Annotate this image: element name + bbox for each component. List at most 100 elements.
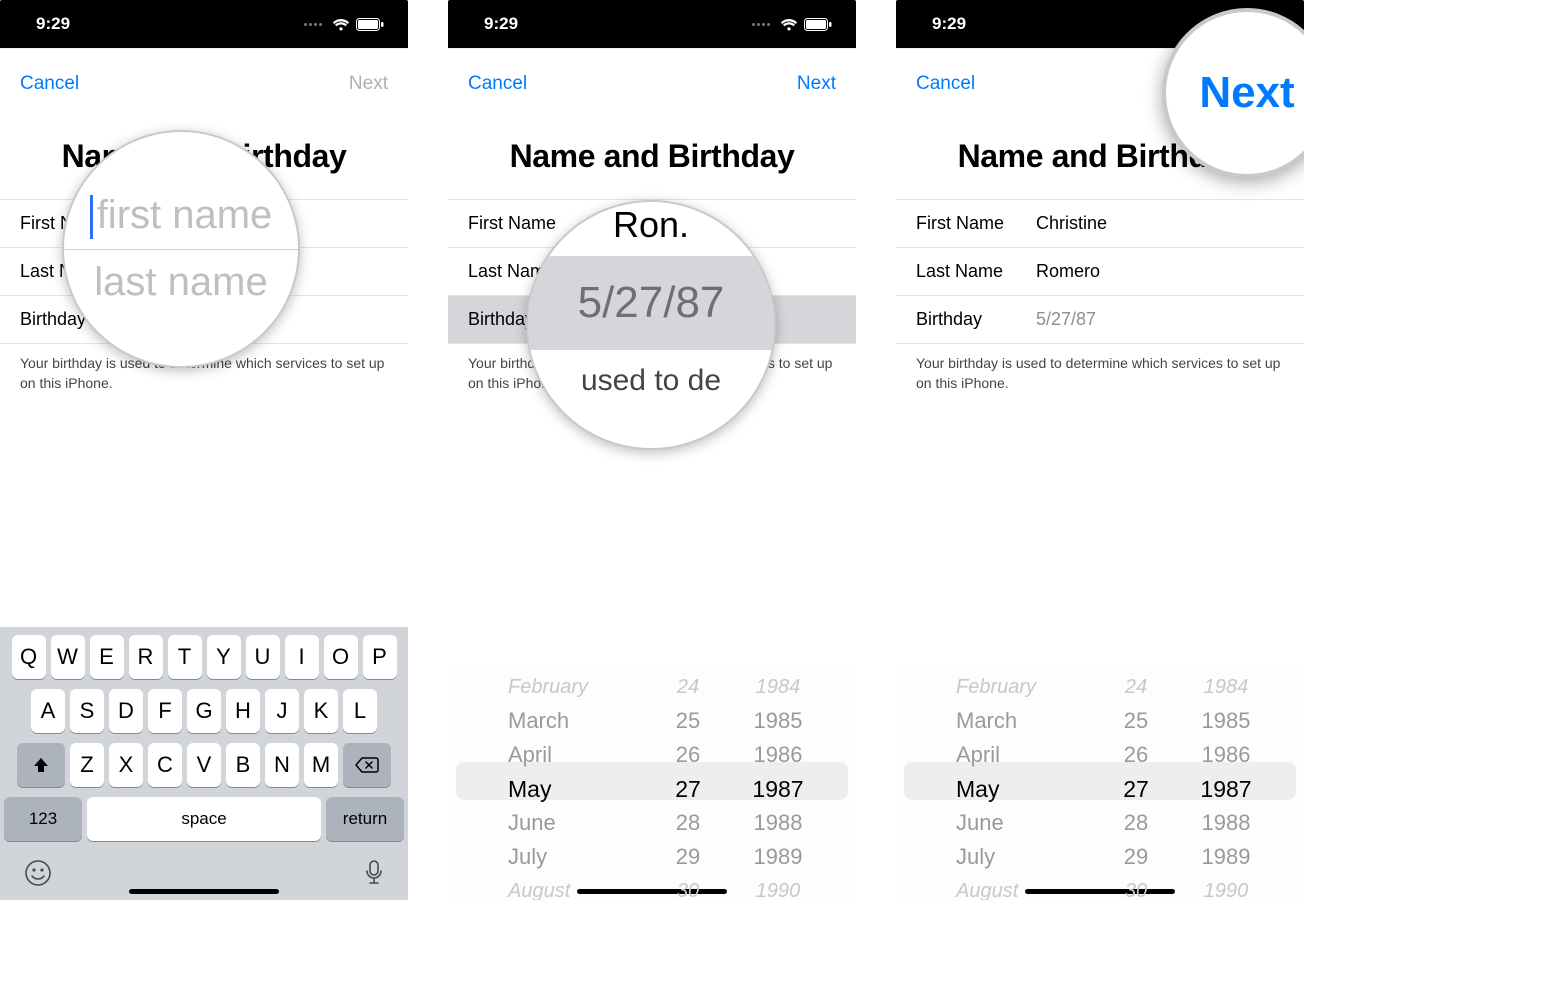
key-d[interactable]: D [109, 689, 143, 733]
picker-year-column[interactable]: 1984198519861987198819891990 [728, 670, 828, 900]
key-b[interactable]: B [226, 743, 260, 787]
key-o[interactable]: O [324, 635, 358, 679]
picker-item[interactable]: 27 [648, 772, 728, 806]
picker-item[interactable]: 1984 [1176, 670, 1276, 704]
picker-item[interactable]: 26 [648, 738, 728, 772]
date-picker[interactable]: FebruaryMarchAprilMayJuneJulyAugust 2425… [896, 670, 1304, 900]
picker-item[interactable]: 1989 [728, 840, 828, 874]
cancel-button[interactable]: Cancel [916, 73, 975, 95]
picker-item[interactable]: 27 [1096, 772, 1176, 806]
picker-item[interactable]: May [956, 772, 1076, 806]
next-button[interactable]: Next [349, 73, 388, 95]
picker-item[interactable]: 28 [648, 806, 728, 840]
key-l[interactable]: L [343, 689, 377, 733]
dictation-icon[interactable] [364, 859, 384, 892]
key-i[interactable]: I [285, 635, 319, 679]
key-q[interactable]: Q [12, 635, 46, 679]
picker-year-column[interactable]: 1984198519861987198819891990 [1176, 670, 1276, 900]
space-key[interactable]: space [87, 797, 321, 841]
key-k[interactable]: K [304, 689, 338, 733]
picker-item[interactable]: August [508, 874, 628, 900]
callout-birthday-value: 5/27/87 [528, 256, 774, 350]
picker-item[interactable]: 1984 [728, 670, 828, 704]
key-y[interactable]: Y [207, 635, 241, 679]
key-h[interactable]: H [226, 689, 260, 733]
key-p[interactable]: P [363, 635, 397, 679]
home-indicator[interactable] [129, 889, 279, 894]
key-g[interactable]: G [187, 689, 221, 733]
first-name-row[interactable]: First Name Christine [896, 200, 1304, 248]
keyboard[interactable]: QWERTYUIOP ASDFGHJKL ZXCVBNM 123 space r… [0, 627, 408, 900]
key-e[interactable]: E [90, 635, 124, 679]
key-a[interactable]: A [31, 689, 65, 733]
picker-day-column[interactable]: 24252627282930 [1096, 670, 1176, 900]
return-key[interactable]: return [326, 797, 404, 841]
numbers-key[interactable]: 123 [4, 797, 82, 841]
picker-item[interactable]: June [508, 806, 628, 840]
first-name-value: Christine [1036, 213, 1107, 234]
key-v[interactable]: V [187, 743, 221, 787]
picker-item[interactable]: 1988 [1176, 806, 1276, 840]
picker-month-column[interactable]: FebruaryMarchAprilMayJuneJulyAugust [936, 670, 1076, 900]
key-c[interactable]: C [148, 743, 182, 787]
key-n[interactable]: N [265, 743, 299, 787]
picker-item[interactable]: 1987 [1176, 772, 1276, 806]
picker-item[interactable]: May [508, 772, 628, 806]
picker-item[interactable]: April [508, 738, 628, 772]
picker-item[interactable]: February [956, 670, 1076, 704]
picker-item[interactable]: 28 [1096, 806, 1176, 840]
picker-item[interactable]: 29 [1096, 840, 1176, 874]
key-m[interactable]: M [304, 743, 338, 787]
picker-item[interactable]: 1985 [728, 704, 828, 738]
status-bar: 9:29 [0, 0, 408, 48]
callout-next-label: Next [1199, 68, 1294, 118]
picker-item[interactable]: 24 [1096, 670, 1176, 704]
last-name-row[interactable]: Last Name Romero [896, 248, 1304, 296]
picker-item[interactable]: 1985 [1176, 704, 1276, 738]
picker-item[interactable]: 1987 [728, 772, 828, 806]
key-x[interactable]: X [109, 743, 143, 787]
status-time: 9:29 [932, 14, 966, 34]
picker-item[interactable]: July [508, 840, 628, 874]
picker-item[interactable]: February [508, 670, 628, 704]
picker-item[interactable]: March [508, 704, 628, 738]
backspace-key[interactable] [343, 743, 391, 787]
key-r[interactable]: R [129, 635, 163, 679]
picker-item[interactable]: 1990 [728, 874, 828, 900]
picker-item[interactable]: June [956, 806, 1076, 840]
key-w[interactable]: W [51, 635, 85, 679]
picker-item[interactable]: 30 [648, 874, 728, 900]
picker-item[interactable]: March [956, 704, 1076, 738]
key-j[interactable]: J [265, 689, 299, 733]
next-button[interactable]: Next [797, 73, 836, 95]
key-u[interactable]: U [246, 635, 280, 679]
picker-item[interactable]: April [956, 738, 1076, 772]
cancel-button[interactable]: Cancel [20, 73, 79, 95]
picker-item[interactable]: 30 [1096, 874, 1176, 900]
picker-item[interactable]: 25 [648, 704, 728, 738]
emoji-icon[interactable] [24, 859, 52, 892]
key-s[interactable]: S [70, 689, 104, 733]
picker-item[interactable]: August [956, 874, 1076, 900]
picker-item[interactable]: 24 [648, 670, 728, 704]
date-picker[interactable]: FebruaryMarchAprilMayJuneJulyAugust 2425… [448, 670, 856, 900]
callout-footnote-partial: used to de [528, 360, 774, 402]
picker-item[interactable]: 26 [1096, 738, 1176, 772]
picker-item[interactable]: 29 [648, 840, 728, 874]
picker-month-column[interactable]: FebruaryMarchAprilMayJuneJulyAugust [488, 670, 628, 900]
shift-key[interactable] [17, 743, 65, 787]
picker-day-column[interactable]: 24252627282930 [648, 670, 728, 900]
picker-item[interactable]: 1990 [1176, 874, 1276, 900]
key-f[interactable]: F [148, 689, 182, 733]
keyboard-row-3: ZXCVBNM [4, 743, 404, 787]
picker-item[interactable]: 1988 [728, 806, 828, 840]
picker-item[interactable]: 1989 [1176, 840, 1276, 874]
birthday-row[interactable]: Birthday 5/27/87 [896, 296, 1304, 344]
key-t[interactable]: T [168, 635, 202, 679]
picker-item[interactable]: 1986 [728, 738, 828, 772]
picker-item[interactable]: 25 [1096, 704, 1176, 738]
picker-item[interactable]: 1986 [1176, 738, 1276, 772]
key-z[interactable]: Z [70, 743, 104, 787]
picker-item[interactable]: July [956, 840, 1076, 874]
cancel-button[interactable]: Cancel [468, 73, 527, 95]
